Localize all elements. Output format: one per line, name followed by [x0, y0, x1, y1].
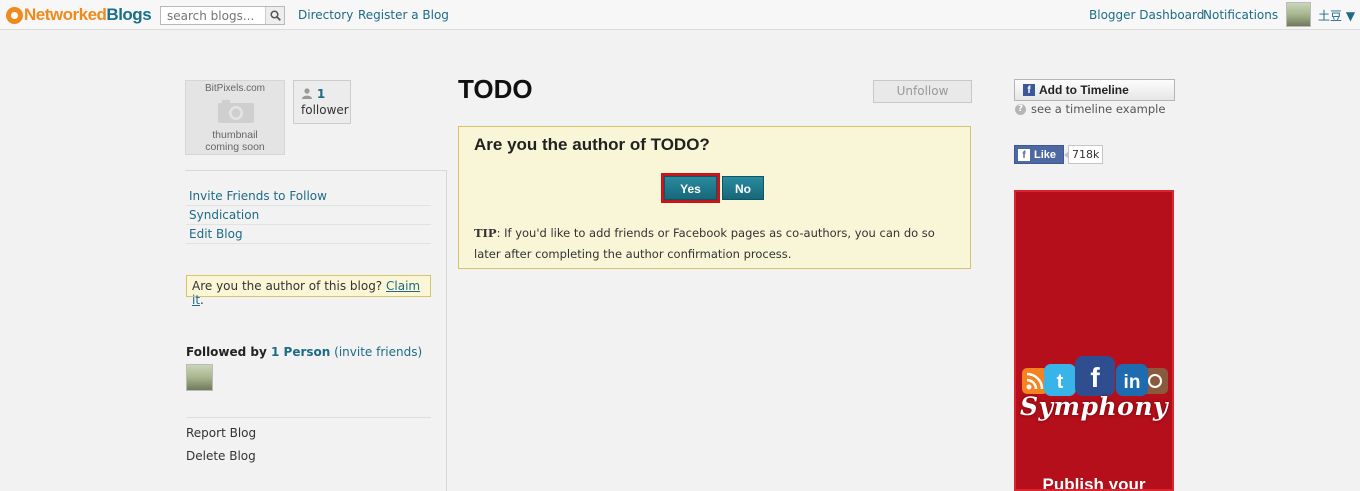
syndication-link[interactable]: Syndication	[186, 206, 431, 225]
delete-blog-link[interactable]: Delete Blog	[186, 449, 256, 463]
ad-cta-text: Publish your	[1042, 475, 1146, 491]
follower-count-box[interactable]: 1 follower	[293, 80, 351, 124]
author-question: Are you the author of TODO?	[474, 135, 710, 154]
thumbnail-site-label: BitPixels.com	[204, 83, 265, 94]
follower-avatar[interactable]	[186, 364, 213, 391]
help-icon: ?	[1015, 103, 1026, 115]
add-to-timeline-button[interactable]: f Add to Timeline	[1014, 79, 1175, 101]
networkedblogs-logo[interactable]: Networked Blogs	[6, 5, 152, 25]
thumbnail-placeholder-text: thumbnail coming soon	[205, 129, 265, 153]
search-input[interactable]	[161, 7, 265, 24]
blog-actions-list: Invite Friends to Follow Syndication Edi…	[186, 187, 431, 244]
blog-thumbnail: BitPixels.com thumbnail coming soon	[185, 80, 285, 155]
top-bar: NetworkedBlogs Directory Register a Blog…	[0, 0, 1360, 30]
follower-label: follower	[301, 103, 349, 117]
svg-text:f: f	[1090, 362, 1100, 393]
search-button[interactable]	[265, 7, 284, 24]
logo-text-networked: Networked	[24, 5, 107, 24]
author-confirmation-box: Are you the author of TODO? Yes No TIP: …	[458, 126, 971, 269]
followed-by-heading: Followed by 1 Person (invite friends)	[186, 345, 423, 359]
claim-blog-notice: Are you the author of this blog? Claim i…	[186, 275, 431, 307]
person-icon	[302, 88, 312, 99]
follower-count: 1	[316, 87, 326, 101]
facebook-icon: f	[1023, 84, 1035, 96]
tip-text: TIP: If you'd like to add friends or Fac…	[474, 226, 935, 261]
search-box	[160, 6, 285, 25]
svg-text:in: in	[1124, 372, 1141, 393]
facebook-like-button[interactable]: f Like	[1014, 145, 1064, 164]
logo-text-blogs: Blogs	[106, 5, 152, 24]
nav-register-blog-link[interactable]: Register a Blog	[358, 8, 449, 22]
invite-friends-link[interactable]: Invite Friends to Follow	[186, 187, 431, 206]
nav-notifications-link[interactable]: Notifications	[1203, 8, 1278, 22]
camera-icon	[218, 100, 254, 123]
no-button[interactable]: No	[722, 176, 764, 200]
ad-brand-text: Symphony	[1019, 392, 1169, 421]
unfollow-button[interactable]: Unfollow	[873, 80, 972, 103]
user-menu-dropdown[interactable]: 土豆 ▼	[1318, 7, 1355, 24]
edit-blog-link[interactable]: Edit Blog	[186, 225, 431, 244]
yes-button[interactable]: Yes	[664, 176, 717, 200]
nav-blogger-dashboard-link[interactable]: Blogger Dashboard	[1089, 8, 1204, 22]
advertisement-banner[interactable]: t in f Symphony Publish your	[1014, 190, 1174, 491]
blog-title: TODO	[458, 74, 533, 104]
like-count-badge: 718k	[1063, 145, 1104, 164]
followers-count-link[interactable]: 1 Person	[271, 345, 330, 359]
timeline-example-link[interactable]: ? see a timeline example	[1015, 102, 1165, 116]
invite-friends-inline-link[interactable]: (invite friends)	[334, 345, 422, 359]
facebook-icon: f	[1018, 148, 1030, 161]
svg-text:t: t	[1057, 371, 1064, 393]
nav-directory-link[interactable]: Directory	[298, 8, 353, 22]
search-icon	[269, 10, 281, 21]
claim-text: Are you the author of this blog?	[192, 279, 386, 293]
yes-button-highlight: Yes	[661, 173, 720, 203]
user-avatar[interactable]	[1286, 2, 1311, 27]
divider	[186, 417, 431, 418]
report-blog-link[interactable]: Report Blog	[186, 426, 256, 440]
logo-icon	[6, 6, 23, 24]
